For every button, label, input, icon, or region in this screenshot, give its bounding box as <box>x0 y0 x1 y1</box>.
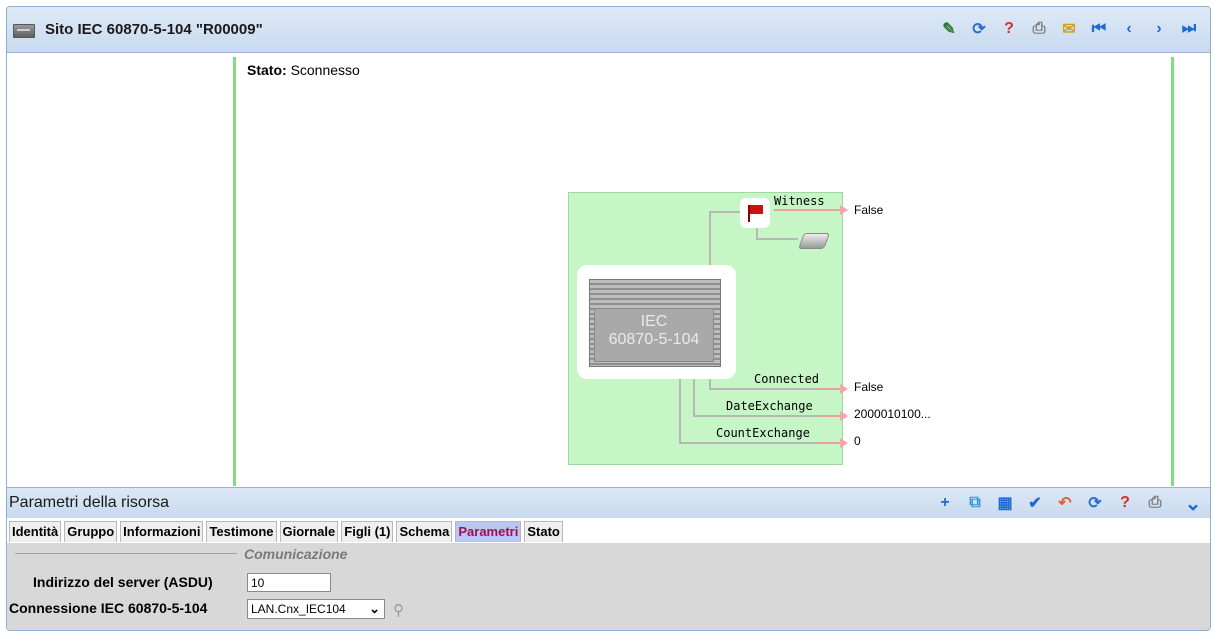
count-exchange-line <box>819 442 840 444</box>
tab-giornale[interactable]: Giornale <box>279 521 339 542</box>
last-icon[interactable]: ⏭ <box>1178 18 1200 40</box>
help-icon[interactable]: ? <box>998 18 1020 40</box>
port-label-count-exchange: CountExchange <box>716 426 810 440</box>
iec-device-icon: IEC 60870-5-104 <box>589 279 721 367</box>
port-label-date-exchange: DateExchange <box>726 399 813 413</box>
undo-icon[interactable]: ↶ <box>1054 492 1076 514</box>
panel-title: Parametri della risorsa <box>9 494 170 511</box>
panel-toolbar: + ⧉ ▦ ✔ ↶ ⟳? ⎙ <box>934 491 1166 515</box>
connection-select-value: LAN.Cnx_IEC104 <box>251 602 346 616</box>
chevron-down-icon: ⌄ <box>369 601 380 616</box>
status-label: Stato: <box>247 62 287 78</box>
date-exchange-line <box>819 415 840 417</box>
tab-gruppo[interactable]: Gruppo <box>64 521 118 542</box>
connected-value: False <box>854 380 884 394</box>
top-toolbar: ✎ ⟳? ⎙ ✉ ⏮ ‹ › ⏭ <box>938 17 1200 41</box>
tab-figli-1[interactable]: Figli (1) <box>341 521 394 542</box>
parameters-panel-header: Parametri della risorsa + ⧉ ▦ ✔ ↶ ⟳? ⎙ ⌄ <box>7 487 1210 518</box>
witness-arrow-icon <box>840 205 848 215</box>
device-label-line2: 60870-5-104 <box>608 331 700 348</box>
refresh-icon[interactable]: ⟳ <box>1084 492 1106 514</box>
note-icon[interactable]: ✉ <box>1058 18 1080 40</box>
connected-arrow-icon <box>840 384 848 394</box>
connection-select[interactable]: LAN.Cnx_IEC104 ⌄ <box>247 599 385 619</box>
tab-bar: Identità Gruppo Informazioni Testimone Giorn… <box>7 519 1210 543</box>
flag-cloth <box>750 205 763 214</box>
line-printer-vertical <box>756 228 758 238</box>
port-label-witness: Witness <box>774 194 825 208</box>
connection-label: Connessione IEC 60870-5-104 <box>9 600 208 616</box>
parameters-form: Comunicazione Indirizzo del server (ASDU… <box>7 543 1210 630</box>
content-area: Stato: Sconnesso IEC 60870-5-104 Witness… <box>7 53 1210 486</box>
link-icon[interactable]: ⚲ <box>393 601 404 619</box>
status-value: Sconnesso <box>290 62 360 78</box>
printer-icon[interactable] <box>798 233 830 249</box>
check-icon[interactable]: ✔ <box>1024 492 1046 514</box>
witness-flag-icon[interactable] <box>740 198 770 228</box>
help-icon[interactable]: ? <box>1114 492 1136 514</box>
line-witness-vertical <box>709 211 711 267</box>
count-exchange-value: 0 <box>854 434 861 448</box>
edit-icon[interactable]: ✎ <box>938 18 960 40</box>
status-line: Stato: Sconnesso <box>247 62 360 78</box>
server-address-label: Indirizzo del server (ASDU) <box>33 574 213 590</box>
line-date-horizontal <box>693 415 819 417</box>
line-count-vertical <box>679 379 681 443</box>
print-icon[interactable]: ⎙ <box>1028 18 1050 40</box>
first-icon[interactable]: ⏮ <box>1088 18 1110 40</box>
section-title: Comunicazione <box>244 546 348 562</box>
tab-stato[interactable]: Stato <box>524 521 563 542</box>
resource-window: Sito IEC 60870-5-104 "R00009" ✎ ⟳? ⎙ ✉ ⏮ ‹ › ⏭ … <box>6 6 1211 631</box>
line-connected-horizontal <box>709 388 819 390</box>
date-exchange-value: 2000010100... <box>854 407 931 421</box>
port-label-connected: Connected <box>754 372 820 386</box>
left-divider <box>233 57 236 486</box>
copy-icon[interactable]: ⧉ <box>964 492 986 514</box>
device-card[interactable]: IEC 60870-5-104 <box>577 265 736 379</box>
section-divider <box>15 553 237 554</box>
tab-parametri[interactable]: Parametri <box>455 521 522 542</box>
tab-identit[interactable]: Identità <box>9 521 62 542</box>
date-exchange-arrow-icon <box>840 411 848 421</box>
tab-testimone[interactable]: Testimone <box>206 521 277 542</box>
device-label-line1: IEC <box>640 313 668 330</box>
device-label: IEC 60870-5-104 <box>594 308 714 362</box>
server-address-input[interactable] <box>247 573 331 592</box>
print-icon[interactable]: ⎙ <box>1144 492 1166 514</box>
site-device-icon <box>13 24 35 38</box>
refresh-icon[interactable]: ⟳ <box>968 18 990 40</box>
tab-schema[interactable]: Schema <box>396 521 453 542</box>
line-printer-horizontal <box>756 238 798 240</box>
tab-informazioni[interactable]: Informazioni <box>120 521 204 542</box>
line-date-vertical <box>693 379 695 417</box>
next-icon[interactable]: › <box>1148 18 1170 40</box>
witness-line <box>774 209 840 211</box>
resource-diagram: IEC 60870-5-104 Witness Connected DateEx… <box>568 192 848 465</box>
connected-line <box>819 388 840 390</box>
witness-value: False <box>854 203 884 217</box>
line-count-horizontal <box>679 442 819 444</box>
count-exchange-arrow-icon <box>840 438 848 448</box>
line-witness-horizontal <box>709 211 742 213</box>
table-icon[interactable]: ▦ <box>994 492 1016 514</box>
window-title: Sito IEC 60870-5-104 "R00009" <box>45 21 263 38</box>
right-divider <box>1171 57 1174 486</box>
prev-icon[interactable]: ‹ <box>1118 18 1140 40</box>
title-bar: Sito IEC 60870-5-104 "R00009" ✎ ⟳? ⎙ ✉ ⏮ ‹ › ⏭ <box>7 7 1210 53</box>
collapse-panel-icon[interactable]: ⌄ <box>1182 492 1204 515</box>
add-icon[interactable]: + <box>934 492 956 514</box>
